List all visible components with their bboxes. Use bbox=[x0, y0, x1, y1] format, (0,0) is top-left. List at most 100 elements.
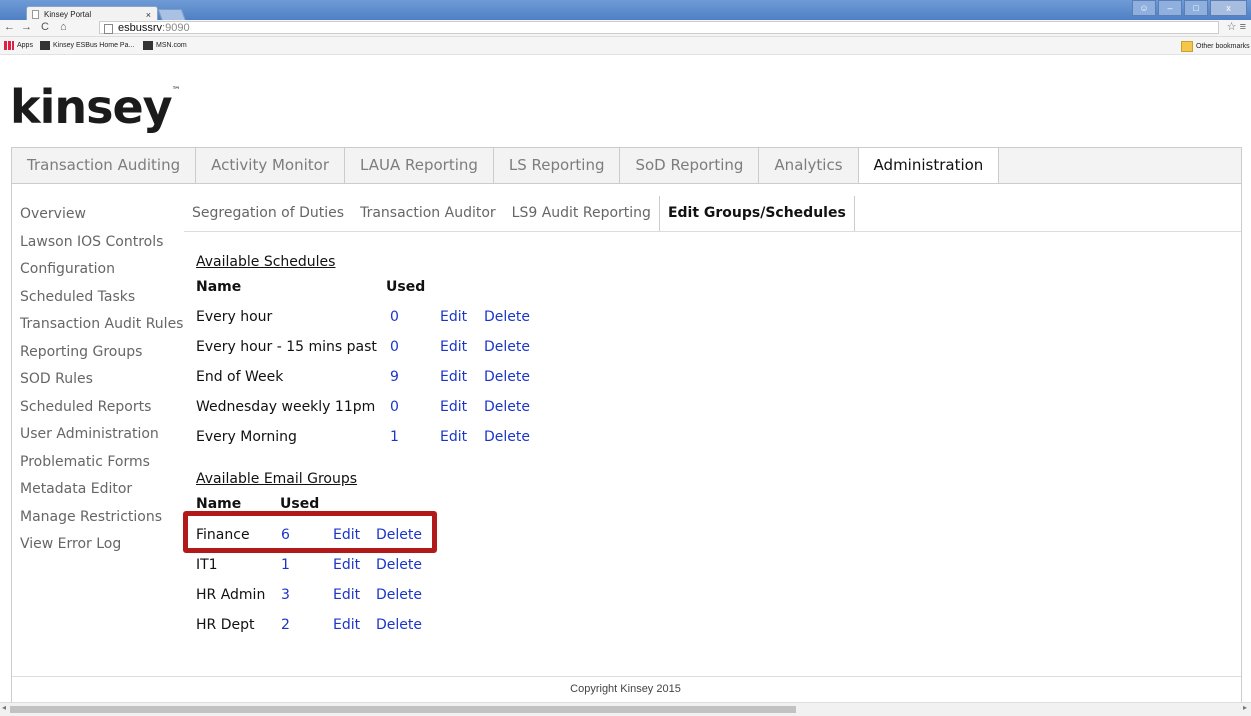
subtab-ls9-audit-reporting[interactable]: LS9 Audit Reporting bbox=[504, 196, 659, 232]
schedule-delete-link[interactable]: Delete bbox=[484, 337, 530, 357]
sidebar-item-user-administration[interactable]: User Administration bbox=[20, 424, 183, 452]
subnav-divider bbox=[184, 231, 1241, 232]
schedule-name: Every hour - 15 mins past bbox=[196, 339, 377, 355]
profile-icon[interactable]: ☺ bbox=[1132, 0, 1156, 16]
subtab-transaction-auditor[interactable]: Transaction Auditor bbox=[352, 196, 504, 232]
schedule-used-link[interactable]: 0 bbox=[390, 307, 399, 327]
email-group-name: HR Admin bbox=[196, 587, 266, 603]
url-field[interactable]: esbussrv:9090 bbox=[99, 21, 1219, 34]
schedules-col-used: Used bbox=[386, 279, 426, 295]
sidebar-item-metadata-editor[interactable]: Metadata Editor bbox=[20, 479, 183, 507]
sidebar-item-scheduled-reports[interactable]: Scheduled Reports bbox=[20, 397, 183, 425]
schedule-edit-link[interactable]: Edit bbox=[440, 307, 467, 327]
url-host: esbussrv bbox=[118, 22, 163, 34]
tab-ls-reporting[interactable]: LS Reporting bbox=[494, 148, 621, 183]
schedule-edit-link[interactable]: Edit bbox=[440, 367, 467, 387]
apps-grid-icon bbox=[4, 41, 14, 50]
page-icon bbox=[32, 10, 39, 19]
other-bookmarks[interactable]: Other bookmarks bbox=[1181, 41, 1250, 52]
subtab-segregation-of-duties[interactable]: Segregation of Duties bbox=[184, 196, 352, 232]
sidebar-item-configuration[interactable]: Configuration bbox=[20, 259, 183, 287]
close-window-button[interactable]: x bbox=[1210, 0, 1247, 16]
forward-icon[interactable]: → bbox=[21, 21, 32, 33]
schedule-used-link[interactable]: 1 bbox=[390, 427, 399, 447]
scroll-right-icon[interactable]: ▸ bbox=[1243, 703, 1247, 712]
page-icon bbox=[104, 24, 113, 34]
sidebar-item-transaction-audit-rules[interactable]: Transaction Audit Rules bbox=[20, 314, 183, 342]
finance-row-highlight-box bbox=[183, 511, 437, 553]
schedule-name: Wednesday weekly 11pm bbox=[196, 399, 376, 415]
schedule-used-link[interactable]: 0 bbox=[390, 337, 399, 357]
schedule-used-link[interactable]: 9 bbox=[390, 367, 399, 387]
tab-transaction-auditing[interactable]: Transaction Auditing bbox=[12, 148, 197, 183]
email-group-edit-link[interactable]: Edit bbox=[333, 615, 360, 635]
schedule-name: End of Week bbox=[196, 369, 284, 385]
schedule-delete-link[interactable]: Delete bbox=[484, 367, 530, 387]
schedules-heading: Available Schedules bbox=[196, 254, 336, 270]
subtab-edit-groups-schedules[interactable]: Edit Groups/Schedules bbox=[658, 196, 855, 232]
folder-icon bbox=[1181, 41, 1193, 52]
sidebar-item-scheduled-tasks[interactable]: Scheduled Tasks bbox=[20, 287, 183, 315]
sidebar-item-manage-restrictions[interactable]: Manage Restrictions bbox=[20, 507, 183, 535]
schedules-col-name: Name bbox=[196, 279, 242, 295]
bookmark-msn[interactable]: MSN.com bbox=[143, 41, 187, 50]
email-group-name: HR Dept bbox=[196, 617, 255, 633]
reload-icon[interactable]: C bbox=[41, 21, 49, 33]
sidebar-item-sod-rules[interactable]: SOD Rules bbox=[20, 369, 183, 397]
tab-activity-monitor[interactable]: Activity Monitor bbox=[196, 148, 346, 183]
email-group-edit-link[interactable]: Edit bbox=[333, 585, 360, 605]
scroll-left-icon[interactable]: ◂ bbox=[2, 703, 6, 712]
email-group-used-link[interactable]: 3 bbox=[281, 585, 290, 605]
url-port: :9090 bbox=[162, 22, 190, 34]
menu-icon[interactable]: ☆ ≡ bbox=[1227, 20, 1246, 33]
schedule-edit-link[interactable]: Edit bbox=[440, 397, 467, 417]
minimize-button[interactable]: – bbox=[1158, 0, 1182, 16]
kinsey-icon bbox=[143, 41, 153, 50]
schedule-delete-link[interactable]: Delete bbox=[484, 307, 530, 327]
main-nav: Transaction Auditing Activity Monitor LA… bbox=[12, 148, 1241, 184]
sidebar-item-overview[interactable]: Overview bbox=[20, 204, 183, 232]
bookmark-label: Apps bbox=[17, 42, 33, 49]
bookmark-kinsey[interactable]: Kinsey ESBus Home Pa... bbox=[40, 41, 134, 50]
footer-copyright: Copyright Kinsey 2015 bbox=[570, 683, 681, 695]
tab-laua-reporting[interactable]: LAUA Reporting bbox=[345, 148, 494, 183]
email-group-delete-link[interactable]: Delete bbox=[376, 615, 422, 635]
admin-sidebar: Overview Lawson IOS Controls Configurati… bbox=[20, 204, 183, 562]
scrollbar-thumb[interactable] bbox=[10, 706, 796, 713]
email-group-edit-link[interactable]: Edit bbox=[333, 555, 360, 575]
bookmark-apps[interactable]: Apps bbox=[4, 41, 33, 50]
schedule-used-link[interactable]: 0 bbox=[390, 397, 399, 417]
email-group-delete-link[interactable]: Delete bbox=[376, 555, 422, 575]
bookmarks-bar: Apps Kinsey ESBus Home Pa... MSN.com Oth… bbox=[0, 37, 1251, 55]
window-titlebar: Kinsey Portal × ☺ – □ x bbox=[0, 0, 1251, 22]
schedule-edit-link[interactable]: Edit bbox=[440, 337, 467, 357]
maximize-button[interactable]: □ bbox=[1184, 0, 1208, 16]
sidebar-item-view-error-log[interactable]: View Error Log bbox=[20, 534, 183, 562]
tab-administration[interactable]: Administration bbox=[858, 148, 1000, 183]
schedule-name: Every Morning bbox=[196, 429, 297, 445]
schedule-name: Every hour bbox=[196, 309, 273, 325]
horizontal-scrollbar[interactable]: ◂ ▸ bbox=[0, 702, 1251, 716]
kinsey-icon bbox=[40, 41, 50, 50]
email-groups-heading: Available Email Groups bbox=[196, 471, 358, 487]
tab-sod-reporting[interactable]: SoD Reporting bbox=[620, 148, 760, 183]
footer-divider bbox=[12, 676, 1241, 677]
sub-nav: Segregation of Duties Transaction Audito… bbox=[184, 196, 855, 232]
schedule-delete-link[interactable]: Delete bbox=[484, 397, 530, 417]
sidebar-item-problematic-forms[interactable]: Problematic Forms bbox=[20, 452, 183, 480]
bookmark-label: Kinsey ESBus Home Pa... bbox=[53, 42, 135, 49]
email-group-name: IT1 bbox=[196, 557, 218, 573]
email-group-used-link[interactable]: 2 bbox=[281, 615, 290, 635]
email-group-used-link[interactable]: 1 bbox=[281, 555, 290, 575]
back-icon[interactable]: ← bbox=[4, 21, 15, 33]
sidebar-item-reporting-groups[interactable]: Reporting Groups bbox=[20, 342, 183, 370]
sidebar-item-lawson-ios-controls[interactable]: Lawson IOS Controls bbox=[20, 232, 183, 260]
bookmark-label: Other bookmarks bbox=[1196, 43, 1250, 50]
email-group-delete-link[interactable]: Delete bbox=[376, 585, 422, 605]
schedule-delete-link[interactable]: Delete bbox=[484, 427, 530, 447]
tab-analytics[interactable]: Analytics bbox=[759, 148, 859, 183]
home-icon[interactable]: ⌂ bbox=[60, 21, 67, 33]
address-toolbar: ← → C ⌂ esbussrv:9090 ☆ ≡ bbox=[0, 20, 1251, 37]
window-controls: ☺ – □ x bbox=[1132, 0, 1247, 16]
schedule-edit-link[interactable]: Edit bbox=[440, 427, 467, 447]
